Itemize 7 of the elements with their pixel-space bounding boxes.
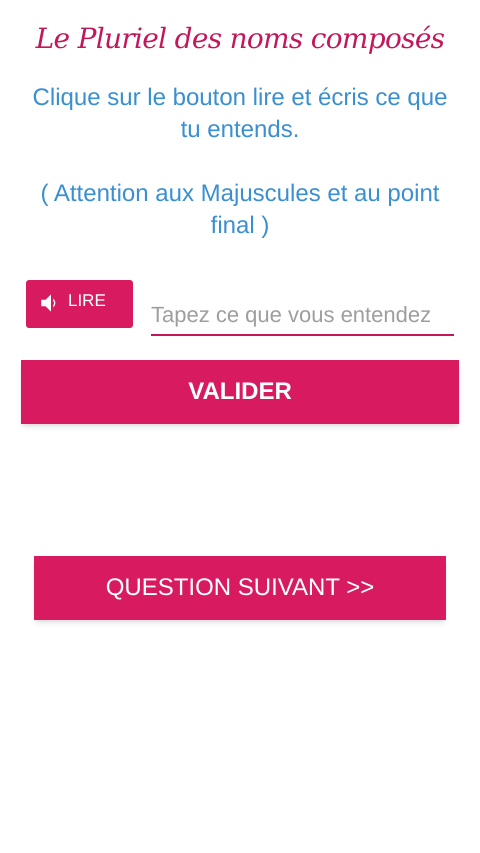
read-button[interactable]: LIRE (26, 280, 133, 328)
app-title: Le Pluriel des noms composés (36, 21, 444, 57)
validate-button[interactable]: VALIDER (21, 360, 459, 424)
instruction-text: Clique sur le bouton lire et écris ce que tu entends. (32, 83, 448, 145)
next-question-button[interactable]: QUESTION SUIVANT >> (34, 556, 446, 620)
instruction-text: ( Attention aux Majuscules et au point final ) (40, 179, 440, 241)
answer-field[interactable]: Tapez ce que vous entendez (151, 296, 454, 336)
